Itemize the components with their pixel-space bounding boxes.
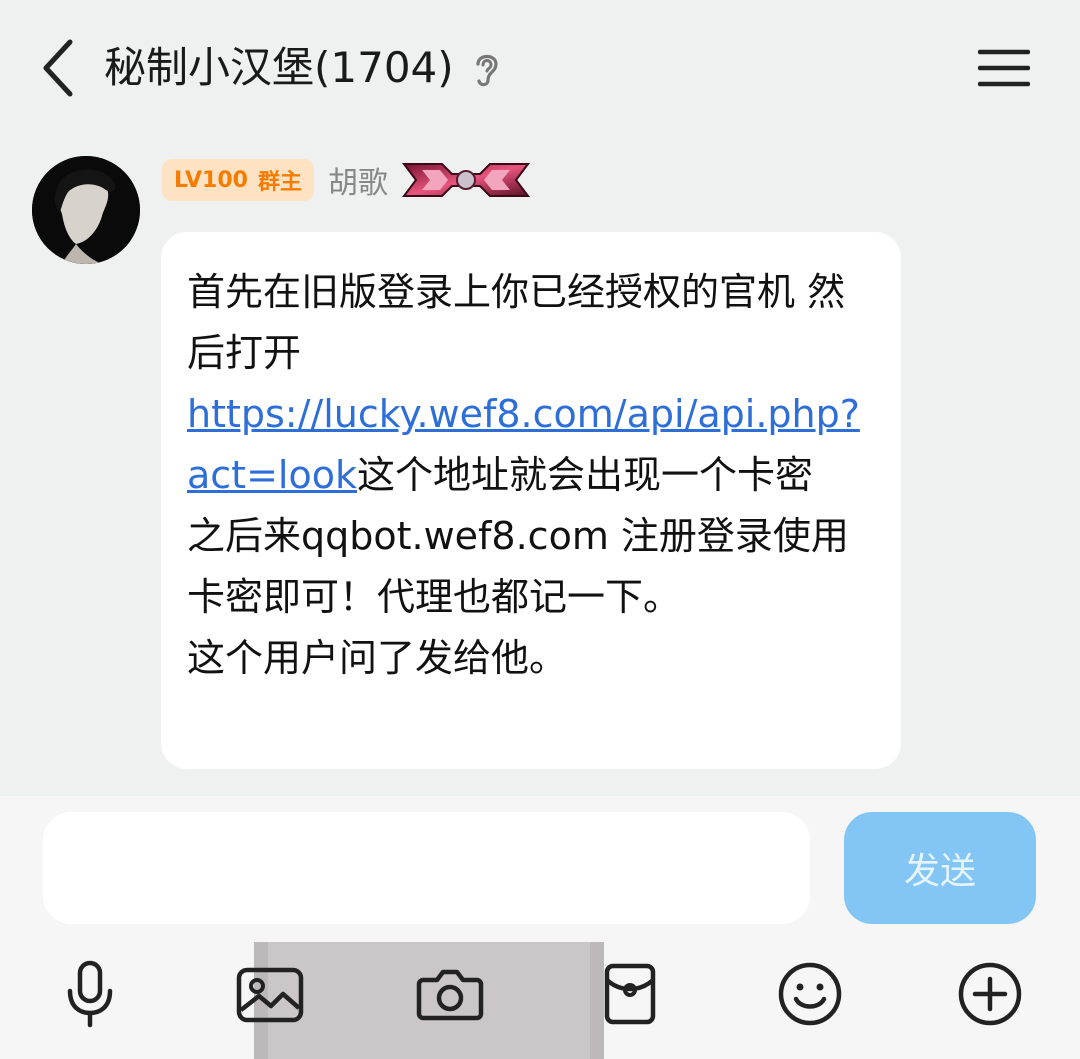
menu-button[interactable] bbox=[970, 40, 1038, 96]
input-bar: 发送 bbox=[0, 796, 1080, 942]
avatar-image bbox=[32, 156, 140, 264]
message-input[interactable] bbox=[43, 812, 810, 924]
level-label: LV100 bbox=[174, 167, 248, 193]
message-text-part: 之后来qqbot.wef8.com 注册登录使用卡密即可！代理也都记一下。 bbox=[187, 514, 849, 619]
message-text: 首先在旧版登录上你已经授权的官机 然后打开 https://lucky.wef8.… bbox=[187, 262, 875, 689]
emoji-icon bbox=[778, 962, 842, 1026]
sender-info: LV100 群主 胡歌 bbox=[162, 158, 530, 202]
image-icon bbox=[236, 967, 304, 1023]
voice-button[interactable] bbox=[50, 954, 130, 1034]
message-bubble[interactable]: 首先在旧版登录上你已经授权的官机 然后打开 https://lucky.wef8.… bbox=[161, 232, 901, 769]
image-button[interactable] bbox=[230, 954, 310, 1034]
message-text-part: 这个地址就会出现一个卡密 bbox=[356, 453, 813, 497]
chat-title: 秘制小汉堡(1704) bbox=[104, 43, 454, 92]
message-text-part: 这个用户问了发给他。 bbox=[187, 636, 568, 680]
input-toolbar bbox=[0, 942, 1080, 1059]
level-badge: LV100 群主 bbox=[162, 159, 314, 201]
hamburger-menu-icon bbox=[978, 49, 1030, 87]
more-button[interactable] bbox=[950, 954, 1030, 1034]
role-label: 群主 bbox=[257, 170, 302, 195]
back-button[interactable] bbox=[30, 34, 86, 102]
emoji-button[interactable] bbox=[770, 954, 850, 1034]
microphone-icon bbox=[67, 960, 113, 1028]
title-badge-icon bbox=[401, 163, 530, 197]
camera-icon bbox=[416, 969, 484, 1021]
chevron-left-icon bbox=[43, 39, 73, 97]
sender-name[interactable]: 胡歌 bbox=[328, 158, 388, 202]
message-text-part: 首先在旧版登录上你已经授权的官机 然后打开 bbox=[187, 270, 846, 375]
chat-header: 秘制小汉堡(1704) bbox=[0, 0, 1080, 136]
red-packet-button[interactable] bbox=[590, 954, 670, 1034]
sender-avatar[interactable] bbox=[32, 156, 140, 264]
send-button[interactable]: 发送 bbox=[844, 812, 1036, 924]
camera-button[interactable] bbox=[410, 954, 490, 1034]
ear-icon[interactable] bbox=[470, 48, 504, 90]
plus-circle-icon bbox=[958, 962, 1022, 1026]
red-packet-icon bbox=[604, 963, 656, 1025]
